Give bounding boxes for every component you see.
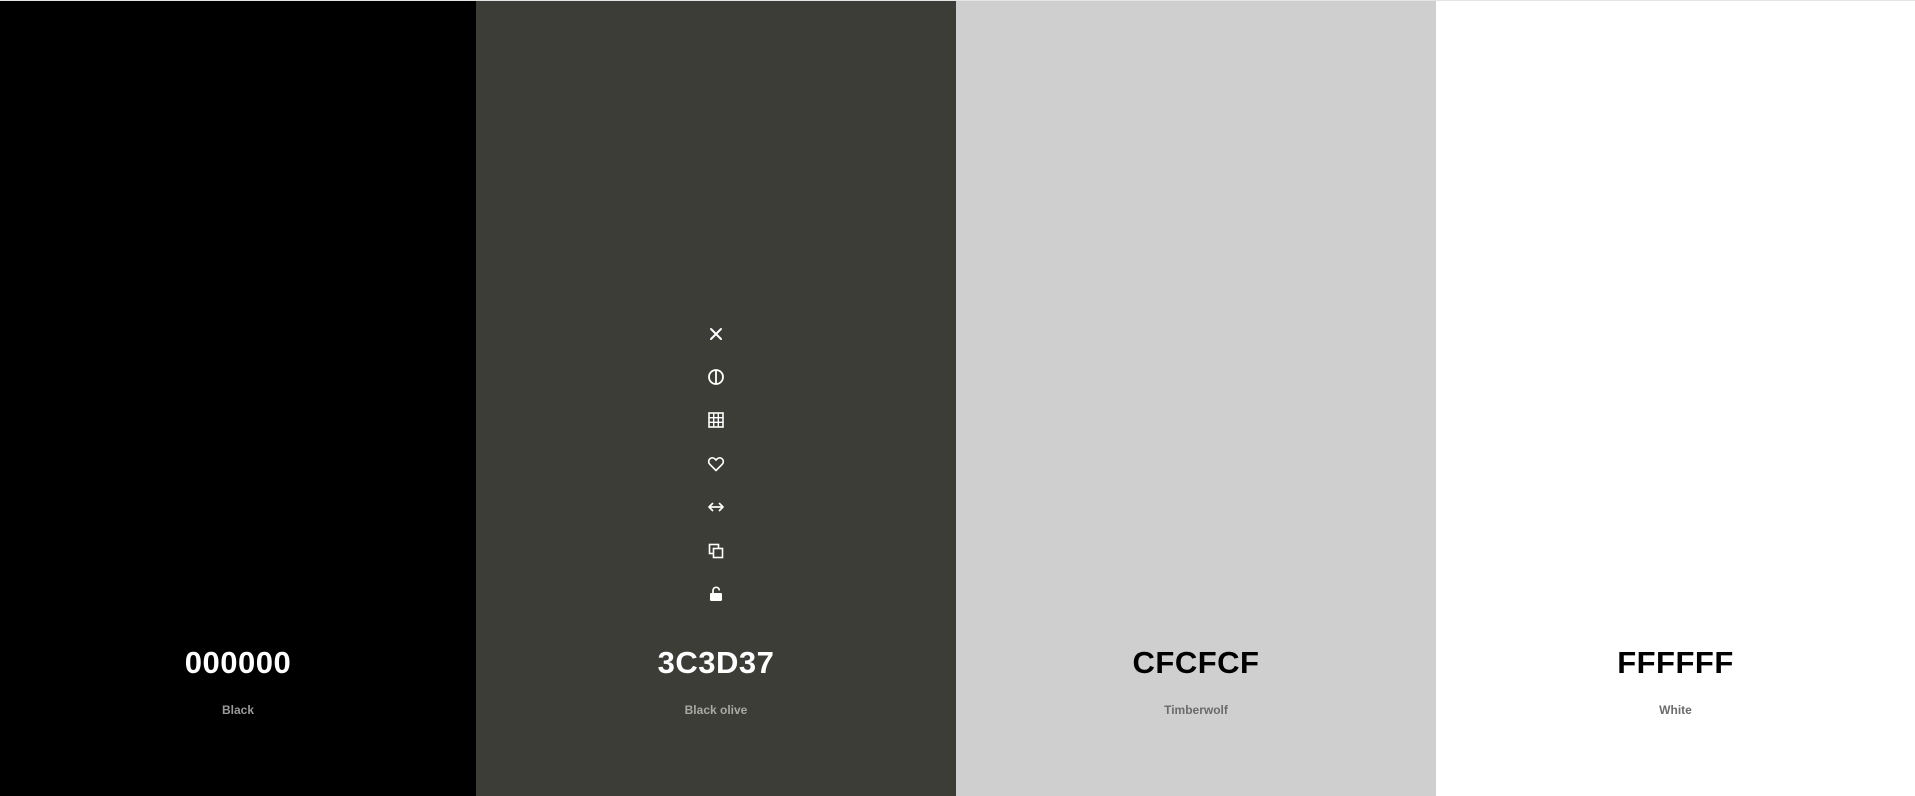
swatch-color-name[interactable]: Black olive [476,702,956,718]
view-shades-grid-button[interactable] [700,399,732,442]
swatch-hex-code[interactable]: FFFFFF [1436,643,1915,683]
swatch-color-name[interactable]: Black [0,702,476,718]
unlock-icon [710,586,722,602]
copy-hex-button[interactable] [700,529,732,572]
swatch-hex-code[interactable]: CFCFCF [956,643,1436,683]
shades-grid-icon [708,412,724,429]
lock-color-button[interactable] [700,572,732,615]
view-shades-button[interactable] [700,355,732,398]
swatch-timberwolf[interactable]: CFCFCF Timberwolf [956,1,1436,796]
swatch-hex-code[interactable]: 000000 [0,643,476,683]
swatch-black-olive[interactable]: 3C3D37 Black olive [476,1,956,796]
swatch-black[interactable]: 000000 Black [0,1,476,796]
swatch-color-name[interactable]: Timberwolf [956,702,1436,718]
copy-icon [708,543,724,558]
close-icon [710,327,722,340]
drag-arrows-icon [708,502,724,512]
swatch-color-name[interactable]: White [1436,702,1915,718]
heart-icon [707,456,725,472]
save-color-button[interactable] [700,442,732,485]
contrast-icon [708,369,724,385]
swatch-white[interactable]: FFFFFF White [1436,1,1915,796]
swatch-toolbar [696,312,736,616]
drag-handle[interactable] [700,486,732,529]
color-palette: 000000 Black 3C3D37 Black olive CFCFCF T… [0,1,1915,796]
remove-color-button[interactable] [700,312,732,355]
swatch-hex-code[interactable]: 3C3D37 [476,643,956,683]
